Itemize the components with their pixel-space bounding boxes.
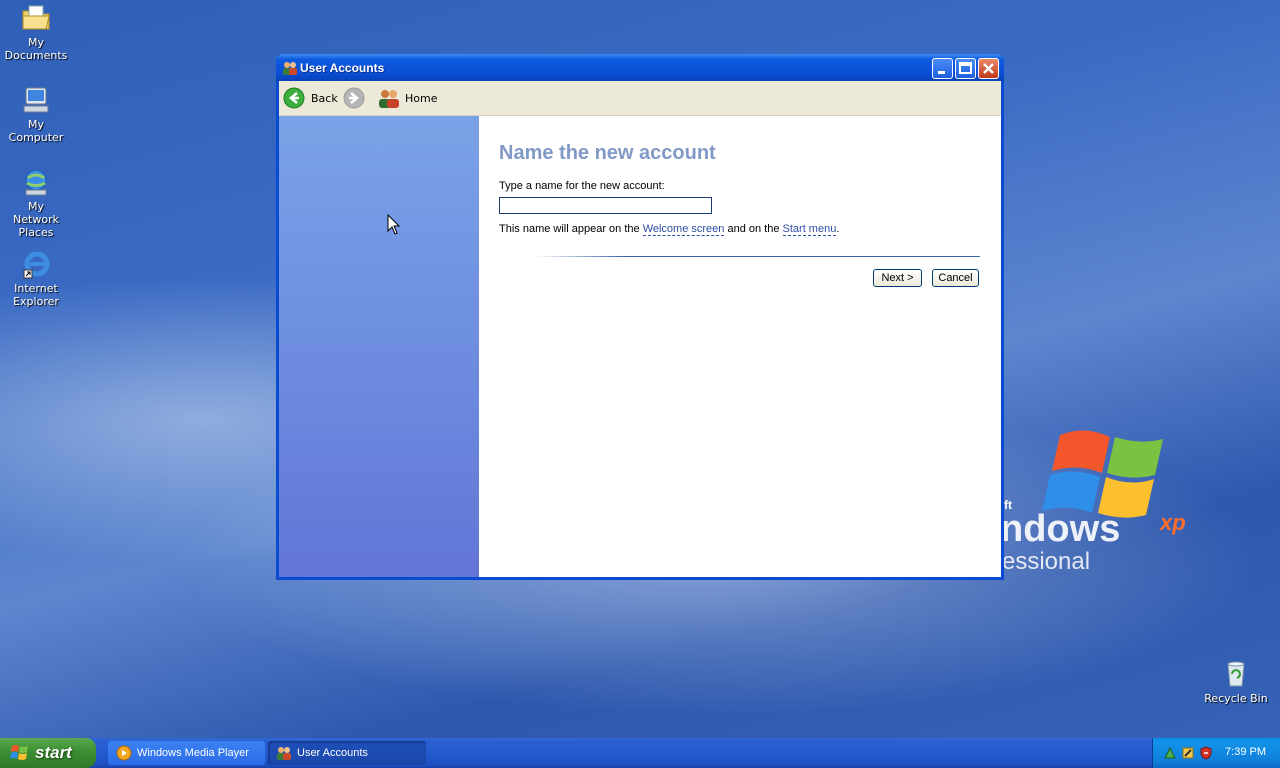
desktop-icon-my-network-places[interactable]: My Network Places — [0, 166, 72, 239]
page-title: Name the new account — [499, 142, 716, 164]
minimize-button[interactable] — [932, 58, 953, 79]
internet-explorer-icon — [20, 248, 52, 280]
info-text-part: . — [836, 223, 840, 235]
desktop-icon-label: Internet Explorer — [13, 282, 59, 308]
info-text-part: and on the — [724, 223, 783, 235]
back-arrow-icon — [283, 87, 305, 109]
name-info-text: This name will appear on the Welcome scr… — [499, 223, 840, 236]
welcome-screen-link[interactable]: Welcome screen — [642, 223, 725, 236]
desktop-icon-label: My Documents — [4, 36, 68, 62]
back-label: Back — [311, 91, 338, 105]
taskbar-item-user-accounts[interactable]: User Accounts — [268, 741, 426, 765]
desktop-icon-my-computer[interactable]: My Computer — [0, 84, 72, 144]
start-label: start — [35, 743, 72, 762]
forward-button — [343, 86, 365, 110]
cancel-button[interactable]: Cancel — [932, 269, 979, 287]
taskbar-item-windows-media-player[interactable]: Windows Media Player — [108, 741, 265, 765]
taskbar: start Windows Media Player User Accounts… — [0, 738, 1280, 768]
system-tray: 7:39 PM — [1152, 738, 1280, 768]
main-pane: Name the new account Type a name for the… — [479, 116, 1001, 577]
mouse-cursor-icon — [387, 214, 401, 235]
network-icon — [20, 166, 52, 198]
network-tray-icon[interactable] — [1163, 746, 1177, 760]
divider — [535, 256, 980, 257]
home-button[interactable]: Home — [377, 86, 437, 110]
next-button[interactable]: Next > — [873, 269, 922, 287]
wallpaper-text-professional: essional — [1002, 548, 1091, 575]
maximize-icon — [959, 62, 972, 74]
users-home-icon — [379, 90, 399, 108]
window-title: User Accounts — [300, 61, 385, 75]
forward-arrow-icon — [343, 87, 365, 109]
account-name-input[interactable] — [499, 197, 712, 214]
info-text-part: This name will appear on the — [499, 223, 643, 235]
desktop-icon-label: My Computer — [8, 118, 64, 144]
user-accounts-icon — [282, 60, 298, 76]
start-menu-link[interactable]: Start menu — [782, 223, 837, 236]
window-content: Name the new account Type a name for the… — [279, 116, 1001, 577]
desktop-icon-my-documents[interactable]: My Documents — [0, 2, 72, 62]
back-button[interactable]: Back — [283, 86, 338, 110]
recycle-bin-icon — [1220, 658, 1252, 690]
media-player-icon — [116, 745, 132, 761]
close-button[interactable] — [978, 58, 999, 79]
wallpaper-text-xp: xp — [1160, 510, 1186, 535]
desktop-icon-label: My Network Places — [13, 200, 59, 239]
desktop-icon-label: Recycle Bin — [1204, 692, 1268, 705]
security-shield-icon[interactable] — [1199, 746, 1213, 760]
clock[interactable]: 7:39 PM — [1225, 746, 1266, 758]
close-icon — [983, 63, 994, 74]
tools-tray-icon[interactable] — [1181, 746, 1195, 760]
maximize-button[interactable] — [955, 58, 976, 79]
minimize-icon — [938, 71, 945, 74]
task-label: Windows Media Player — [137, 747, 249, 759]
account-name-label: Type a name for the new account: — [499, 180, 665, 192]
window-title-bar[interactable]: User Accounts — [276, 54, 1004, 81]
wallpaper-text-windows: ndows — [1000, 508, 1121, 550]
home-label: Home — [405, 91, 438, 105]
navigation-toolbar: Back Home — [279, 81, 1001, 116]
desktop-icon-recycle-bin[interactable]: Recycle Bin — [1200, 658, 1272, 705]
user-accounts-icon — [277, 747, 291, 760]
task-pane — [279, 116, 479, 577]
start-button[interactable]: start — [0, 738, 96, 768]
task-label: User Accounts — [297, 747, 368, 759]
computer-icon — [20, 84, 52, 116]
desktop-icon-internet-explorer[interactable]: Internet Explorer — [0, 248, 72, 308]
windows-flag-icon — [10, 745, 28, 760]
user-accounts-window: User Accounts Back Home Name the new acc… — [276, 54, 1004, 580]
folder-icon — [20, 2, 52, 34]
